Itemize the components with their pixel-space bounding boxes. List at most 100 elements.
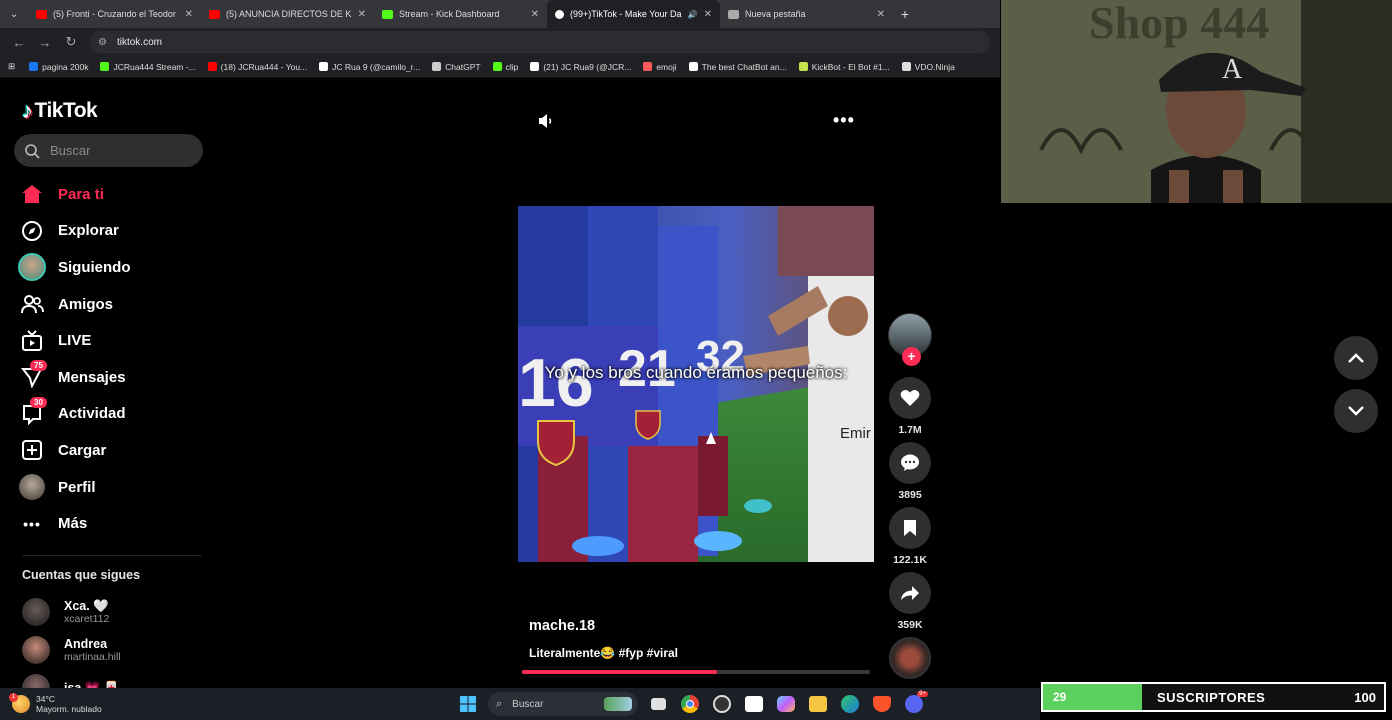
obs-icon[interactable] xyxy=(706,688,738,720)
browser-tab[interactable]: (5) Fronti - Cruzando el Teodor ✕ xyxy=(28,0,201,28)
music-disc-icon[interactable] xyxy=(889,637,931,679)
chrome-icon[interactable] xyxy=(674,688,706,720)
bookmark-item[interactable]: JC Rua 9 (@camilo_r... xyxy=(319,62,420,72)
comment-action[interactable]: 3895 xyxy=(888,442,932,501)
address-bar[interactable]: ⚙ tiktok.com xyxy=(90,31,990,53)
video-description[interactable]: Literalmente😂 #fyp #viral xyxy=(529,646,678,660)
tab-search-chevron-icon[interactable]: ⌄ xyxy=(0,0,28,28)
nav-item-siguiendo[interactable]: Siguiendo xyxy=(18,249,208,286)
nav-item-para-ti[interactable]: Para ti xyxy=(18,176,208,213)
streamlabs-icon[interactable] xyxy=(738,688,770,720)
tab-close-icon[interactable]: ✕ xyxy=(877,9,885,20)
share-arrow-icon[interactable] xyxy=(889,572,931,614)
next-video-button[interactable] xyxy=(1334,389,1378,433)
bookmark-favicon-icon xyxy=(798,62,808,71)
browser-tab[interactable]: (99+)TikTok - Make Your Da 🔊 ✕ xyxy=(547,0,720,28)
tab-close-icon[interactable]: ✕ xyxy=(185,9,193,20)
bookmark-label: (18) JCRua444 - You... xyxy=(220,61,308,72)
nav-item-explorar[interactable]: Explorar xyxy=(18,213,208,250)
browser-tab[interactable]: (5) ANUNCIA DIRECTOS DE KIC ✕ xyxy=(201,0,374,28)
reload-icon[interactable]: ↻ xyxy=(58,34,84,50)
taskbar-search[interactable]: ⌕ Buscar xyxy=(488,692,638,716)
like-action[interactable]: 1.7M xyxy=(888,377,932,436)
bookmark-item[interactable]: clip xyxy=(492,62,518,72)
nav-item-label: Más xyxy=(58,515,88,533)
forward-arrow-icon[interactable]: → xyxy=(32,35,58,50)
tiktok-note-icon: ♪ xyxy=(22,98,33,123)
nav-item-live[interactable]: LIVE xyxy=(18,322,208,359)
save-count: 122.1K xyxy=(893,554,927,566)
volume-icon[interactable] xyxy=(536,111,556,131)
webcam-feed: Shop 444 A xyxy=(1001,0,1392,203)
discord-icon[interactable]: 9+ xyxy=(898,688,930,720)
bookmark-label: JCRua444 Stream -... xyxy=(113,61,196,72)
tab-close-icon[interactable]: ✕ xyxy=(704,9,712,20)
more-options-icon[interactable]: ••• xyxy=(833,110,855,131)
bookmark-label: VDO.Ninja xyxy=(914,61,955,72)
nav-item-label: Para ti xyxy=(58,185,104,203)
bookmark-item[interactable]: (18) JCRua444 - You... xyxy=(207,61,308,72)
back-arrow-icon[interactable]: ← xyxy=(6,35,32,50)
search-input[interactable] xyxy=(50,143,190,158)
video-progress-bar[interactable] xyxy=(522,670,870,674)
copilot-icon[interactable] xyxy=(770,688,802,720)
windows-taskbar: 1 34°C Mayorm. nublado ⌕ Buscar 9+ xyxy=(0,688,1040,720)
followed-account[interactable]: Andrea martinaa.hill xyxy=(22,631,202,669)
site-info-icon[interactable]: ⚙ xyxy=(98,37,107,48)
subscriber-count: 29 xyxy=(1053,690,1067,704)
video-frame-image[interactable]: 16 21 32 Emir Yo y los bros cuando éramo… xyxy=(518,206,874,562)
creator-avatar[interactable]: + xyxy=(888,313,932,366)
bookmark-item[interactable]: ChatGPT xyxy=(432,62,481,72)
bookmark-favicon-icon xyxy=(29,62,39,71)
followed-account[interactable]: Xca. 🤍 xcaret112 xyxy=(22,593,202,631)
previous-video-button[interactable] xyxy=(1334,336,1378,380)
subscriber-goal: 100 xyxy=(1354,689,1376,705)
brave-icon[interactable] xyxy=(866,688,898,720)
task-view-icon[interactable] xyxy=(642,688,674,720)
apps-grid-icon[interactable]: ⊞ xyxy=(8,61,15,72)
video-author[interactable]: mache.18 xyxy=(529,618,595,634)
tab-close-icon[interactable]: ✕ xyxy=(531,9,539,20)
browser-tab[interactable]: Nueva pestaña ✕ xyxy=(720,0,893,28)
share-action[interactable]: 359K xyxy=(888,572,932,631)
bookmark-item[interactable]: emoji xyxy=(643,62,677,72)
bookmark-item[interactable]: pagina 200k xyxy=(29,62,88,72)
nav-item-actividad[interactable]: 30 Actividad xyxy=(18,396,208,433)
sidebar-divider xyxy=(22,555,202,556)
nav-item-cargar[interactable]: Cargar xyxy=(18,432,208,469)
windows-start-icon[interactable] xyxy=(452,688,484,720)
nav-item-mensajes[interactable]: 75 Mensajes xyxy=(18,359,208,396)
bookmark-favicon-icon xyxy=(319,62,329,71)
streamer-webcam-image: Shop 444 A xyxy=(1001,0,1392,203)
heart-icon[interactable] xyxy=(889,377,931,419)
bookmark-item[interactable]: JCRua444 Stream -... xyxy=(100,61,196,72)
save-action[interactable]: 122.1K xyxy=(888,507,932,566)
bookmark-icon[interactable] xyxy=(889,507,931,549)
discord-badge: 9+ xyxy=(917,691,928,697)
weather-condition: Mayorm. nublado xyxy=(36,704,102,714)
tiktok-brand-text: TikTok xyxy=(34,99,98,122)
search-box[interactable] xyxy=(14,134,203,167)
tab-close-icon[interactable]: ✕ xyxy=(358,9,366,20)
bookmark-item[interactable]: (21) JC Rua9 (@JCR... xyxy=(530,62,631,72)
edge-icon[interactable] xyxy=(834,688,866,720)
browser-tab[interactable]: Stream - Kick Dashboard ✕ xyxy=(374,0,547,28)
bookmark-label: JC Rua 9 (@camilo_r... xyxy=(332,61,421,72)
tiktok-logo[interactable]: ♪ TikTok xyxy=(22,98,98,124)
comment-icon[interactable] xyxy=(889,442,931,484)
nav-item-amigos[interactable]: Amigos xyxy=(18,286,208,323)
new-tab-button[interactable]: + xyxy=(893,6,917,22)
tab-audio-icon[interactable]: 🔊 xyxy=(688,10,698,19)
nav-item-perfil[interactable]: Perfil xyxy=(18,469,208,506)
file-explorer-icon[interactable] xyxy=(802,688,834,720)
nav-item-más[interactable]: ••• Más xyxy=(18,505,208,542)
nav-item-label: Mensajes xyxy=(58,368,126,386)
weather-widget[interactable]: 1 34°C Mayorm. nublado xyxy=(9,693,452,714)
bookmark-item[interactable]: KickBot - El Bot #1... xyxy=(798,62,890,72)
bookmark-favicon-icon xyxy=(100,62,110,71)
video-actions: + 1.7M 3895 122.1K 359K xyxy=(888,313,932,631)
follow-plus-icon[interactable]: + xyxy=(902,347,921,366)
bookmark-item[interactable]: The best ChatBot an... xyxy=(688,62,787,72)
bookmark-item[interactable]: VDO.Ninja xyxy=(901,61,955,72)
account-name: Andrea xyxy=(64,637,108,651)
